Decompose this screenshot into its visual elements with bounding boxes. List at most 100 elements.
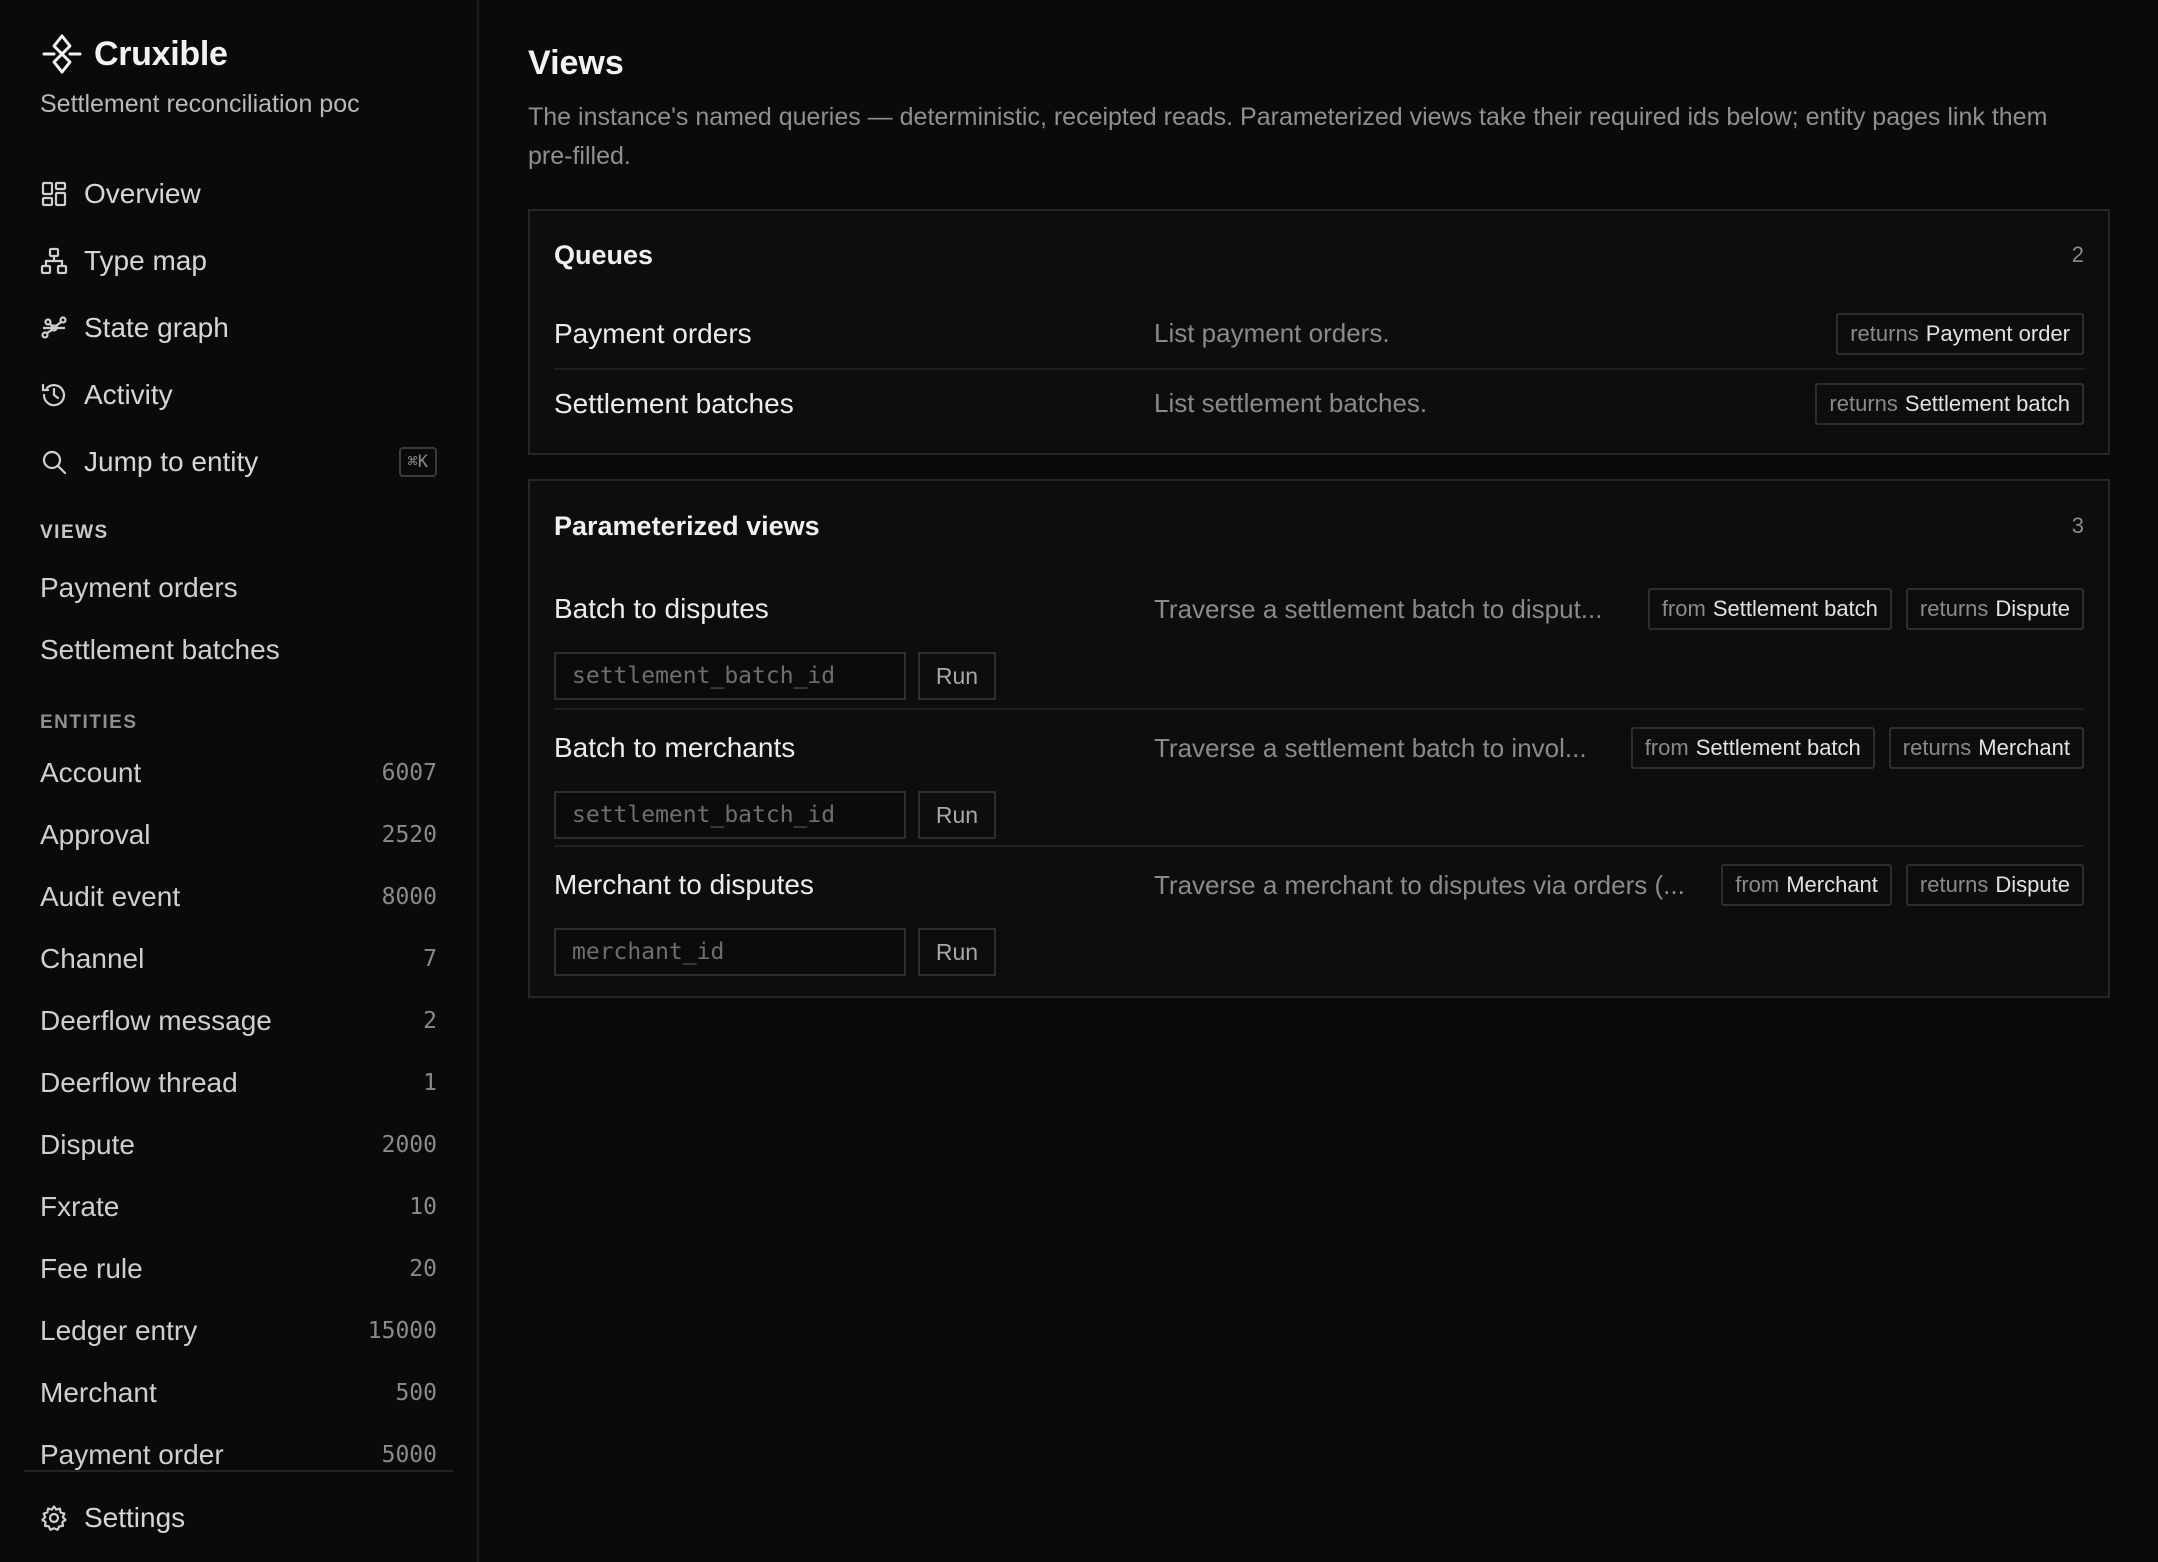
nav-item-settings[interactable]: Settings	[40, 1472, 437, 1562]
view-name: Settlement batches	[554, 387, 794, 419]
tag-key: returns	[1850, 320, 1919, 346]
entities-list: Account 6007 Approval 2520 Audit event 8000…	[40, 742, 437, 1486]
card-count: 3	[2071, 513, 2084, 538]
nav-item-label: Activity	[84, 378, 173, 410]
entity-name: Merchant	[40, 1377, 157, 1408]
entity-count: 2	[423, 1008, 437, 1034]
entity-item[interactable]: Dispute 2000	[40, 1114, 437, 1176]
main-content: Views The instance's named queries — det…	[479, 0, 2158, 1562]
nav-item-label: Jump to entity	[84, 445, 259, 477]
entity-name: Channel	[40, 943, 145, 974]
tag-value: Merchant	[1786, 872, 1878, 897]
settlement-batch-id-input[interactable]	[554, 791, 906, 839]
keyboard-shortcut-badge: ⌘K	[398, 446, 437, 477]
app: Cruxible Settlement reconciliation poc O…	[0, 0, 2158, 1562]
view-tags: from Settlement batch returns Dispute	[1647, 588, 2084, 630]
entity-name: Audit event	[40, 881, 181, 912]
queue-row[interactable]: Payment orders List payment orders. retu…	[554, 299, 2084, 368]
entity-name: Fee rule	[40, 1253, 143, 1284]
card-title: Parameterized views	[554, 510, 820, 541]
history-icon	[40, 381, 68, 409]
entity-item[interactable]: Channel 7	[40, 928, 437, 990]
view-name: Batch to disputes	[554, 593, 769, 624]
nav-item-jump-to-entity[interactable]: Jump to entity ⌘K	[40, 428, 437, 495]
nav-item-overview[interactable]: Overview	[40, 160, 437, 227]
tag-key: from	[1661, 596, 1706, 621]
tag-value: Settlement batch	[1712, 596, 1878, 621]
primary-nav: Overview Type map State graph Activity J…	[40, 160, 437, 495]
row-controls: Run	[554, 928, 996, 976]
entity-count: 15000	[367, 1318, 437, 1344]
views-list: Payment orders Settlement batches	[40, 557, 437, 681]
entity-item[interactable]: Fee rule 20	[40, 1238, 437, 1300]
view-description: Traverse a settlement batch to invol...	[1154, 732, 1587, 763]
sidebar-view-payment-orders[interactable]: Payment orders	[40, 557, 437, 619]
view-description: List payment orders.	[1154, 318, 1390, 348]
row-header: Batch to merchants Traverse a settlement…	[554, 726, 2084, 770]
view-tags: returns Settlement batch	[1815, 382, 2084, 425]
entity-item[interactable]: Ledger entry 15000	[40, 1300, 437, 1362]
from-tag: from Settlement batch	[1647, 588, 1892, 630]
parameterized-view-row: Batch to disputes Traverse a settlement …	[554, 571, 2084, 708]
entity-count: 1	[423, 1070, 437, 1096]
search-icon	[40, 448, 68, 476]
nav-item-label: Type map	[84, 244, 207, 276]
gear-icon	[40, 1504, 68, 1532]
view-name: Batch to merchants	[554, 732, 796, 763]
returns-tag: returns Payment order	[1836, 312, 2084, 355]
entity-name: Ledger entry	[40, 1315, 198, 1346]
parameterized-view-row: Merchant to disputes Traverse a merchant…	[554, 845, 2084, 982]
entity-count: 20	[409, 1256, 437, 1282]
entity-item[interactable]: Account 6007	[40, 742, 437, 804]
entity-item[interactable]: Approval 2520	[40, 804, 437, 866]
cruxible-logo-icon	[40, 32, 84, 76]
view-tags: returns Payment order	[1836, 312, 2084, 355]
entity-count: 2000	[381, 1132, 437, 1158]
entity-name: Deerflow message	[40, 1005, 272, 1036]
settlement-batch-id-input[interactable]	[554, 652, 906, 700]
nav-item-type-map[interactable]: Type map	[40, 227, 437, 294]
nav-item-activity[interactable]: Activity	[40, 361, 437, 428]
sidebar-footer: Settings	[24, 1470, 453, 1562]
run-button[interactable]: Run	[918, 652, 996, 700]
sidebar-view-settlement-batches[interactable]: Settlement batches	[40, 619, 437, 681]
tag-key: returns	[1902, 735, 1972, 760]
grid-icon	[40, 180, 68, 208]
brand[interactable]: Cruxible	[40, 32, 228, 76]
tag-value: Settlement batch	[1904, 390, 2070, 416]
queues-card-header: Queues 2	[530, 211, 2108, 299]
tag-value: Settlement batch	[1695, 735, 1861, 760]
view-tags: from Settlement batch returns Merchant	[1630, 727, 2084, 769]
tag-key: from	[1644, 735, 1689, 760]
entity-item[interactable]: Deerflow thread 1	[40, 1052, 437, 1114]
tag-value: Payment order	[1925, 320, 2070, 346]
entity-item[interactable]: Audit event 8000	[40, 866, 437, 928]
page-title: Views	[528, 44, 624, 82]
entity-item[interactable]: Merchant 500	[40, 1362, 437, 1424]
view-tags: from Merchant returns Dispute	[1721, 864, 2084, 906]
sidebar: Cruxible Settlement reconciliation poc O…	[0, 0, 479, 1562]
entity-name: Approval	[40, 819, 151, 850]
queues-card: Queues 2 Payment orders List payment ord…	[528, 209, 2110, 455]
row-header: Merchant to disputes Traverse a merchant…	[554, 863, 2084, 907]
entity-count: 8000	[381, 884, 437, 910]
queue-row[interactable]: Settlement batches List settlement batch…	[554, 368, 2084, 437]
entity-item[interactable]: Fxrate 10	[40, 1176, 437, 1238]
entity-item[interactable]: Deerflow message 2	[40, 990, 437, 1052]
card-title: Queues	[554, 239, 654, 270]
run-button[interactable]: Run	[918, 928, 996, 976]
tag-key: returns	[1919, 596, 1989, 621]
tag-value: Dispute	[1995, 872, 2070, 897]
entity-name: Account	[40, 757, 142, 788]
entity-count: 5000	[381, 1442, 437, 1468]
from-tag: from Merchant	[1721, 864, 1892, 906]
view-description: Traverse a merchant to disputes via orde…	[1154, 869, 1685, 900]
view-name: Merchant to disputes	[554, 869, 814, 900]
run-button[interactable]: Run	[918, 791, 996, 839]
nav-item-label: State graph	[84, 311, 229, 343]
nav-item-state-graph[interactable]: State graph	[40, 294, 437, 361]
returns-tag: returns Dispute	[1905, 588, 2084, 630]
merchant-id-input[interactable]	[554, 928, 906, 976]
entities-section-label: ENTITIES	[40, 712, 138, 733]
tag-key: from	[1735, 872, 1780, 897]
